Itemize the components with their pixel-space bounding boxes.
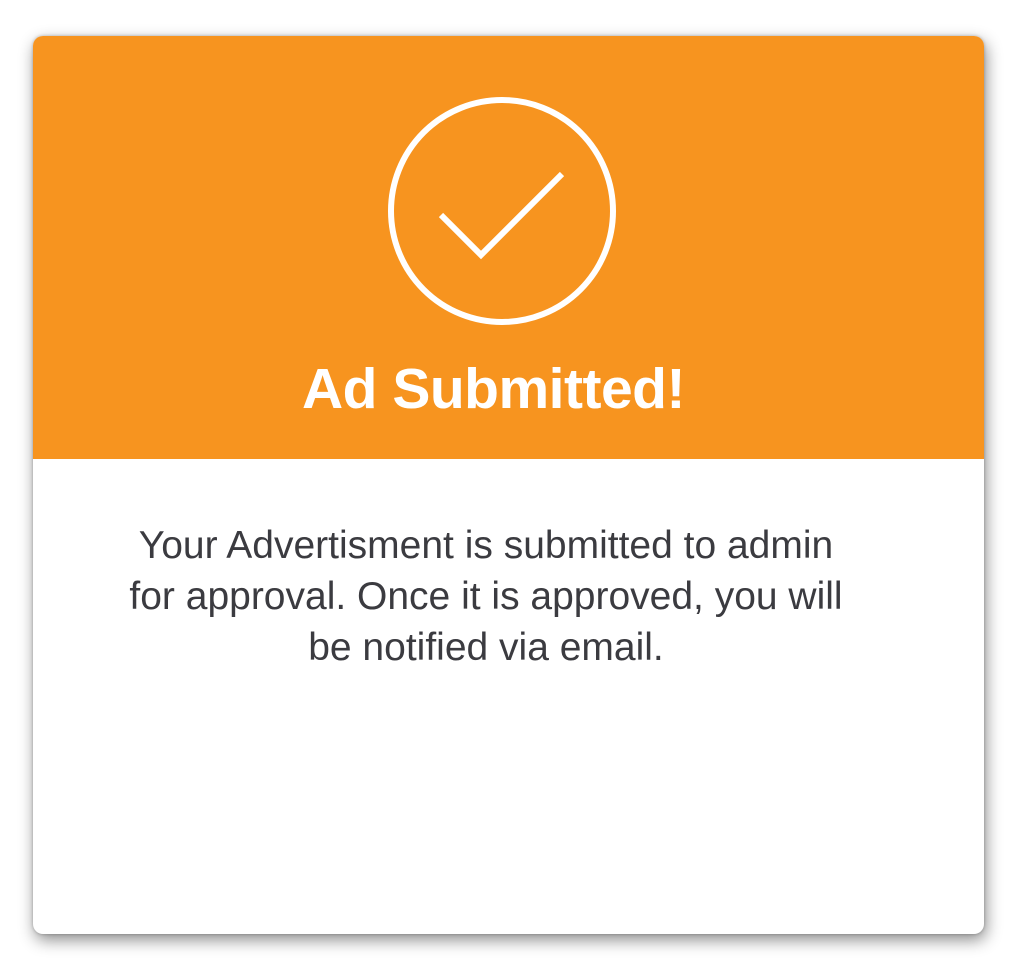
ad-submitted-dialog: Ad Submitted! Your Advertisment is submi… xyxy=(33,36,984,934)
dialog-message: Your Advertisment is submitted to admin … xyxy=(129,524,843,669)
checkmark-circle-icon xyxy=(386,95,618,327)
dialog-title: Ad Submitted! xyxy=(302,357,685,421)
dialog-header: Ad Submitted! xyxy=(33,36,984,459)
